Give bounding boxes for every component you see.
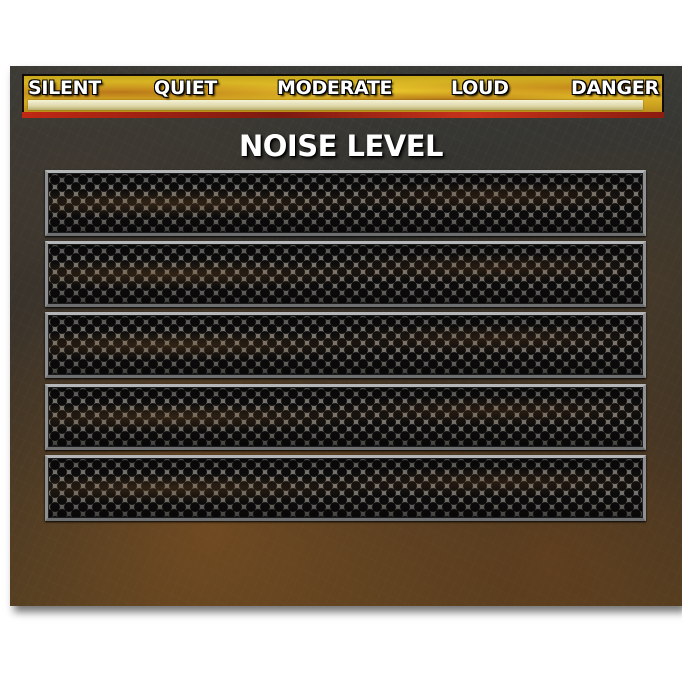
- slot-shading: [48, 173, 643, 233]
- panel-title: NOISE LEVEL: [238, 129, 444, 163]
- speaker-grille-slot[interactable]: [45, 241, 646, 307]
- meter-label-danger: DANGER: [571, 77, 659, 99]
- speaker-grille-slot[interactable]: [45, 170, 646, 236]
- speaker-grille-slot[interactable]: [45, 312, 646, 378]
- meter-label-quiet: QUIET: [154, 77, 218, 99]
- meter-label-loud: LOUD: [451, 77, 509, 99]
- noise-meter: SILENT QUIET MODERATE LOUD DANGER: [22, 74, 664, 118]
- slot-shading: [48, 315, 643, 375]
- slot-shading: [48, 244, 643, 304]
- noise-level-screen: SILENT QUIET MODERATE LOUD DANGER NOISE …: [0, 0, 682, 682]
- slot-shading: [48, 387, 643, 447]
- meter-label-moderate: MODERATE: [277, 77, 393, 99]
- slot-shading: [48, 458, 643, 518]
- speaker-grille-slot[interactable]: [45, 455, 646, 521]
- noise-meter-level-bar: [28, 100, 643, 110]
- noise-meter-danger-strip: [22, 112, 664, 118]
- meter-label-silent: SILENT: [28, 77, 101, 99]
- speaker-grille-slot[interactable]: [45, 384, 646, 450]
